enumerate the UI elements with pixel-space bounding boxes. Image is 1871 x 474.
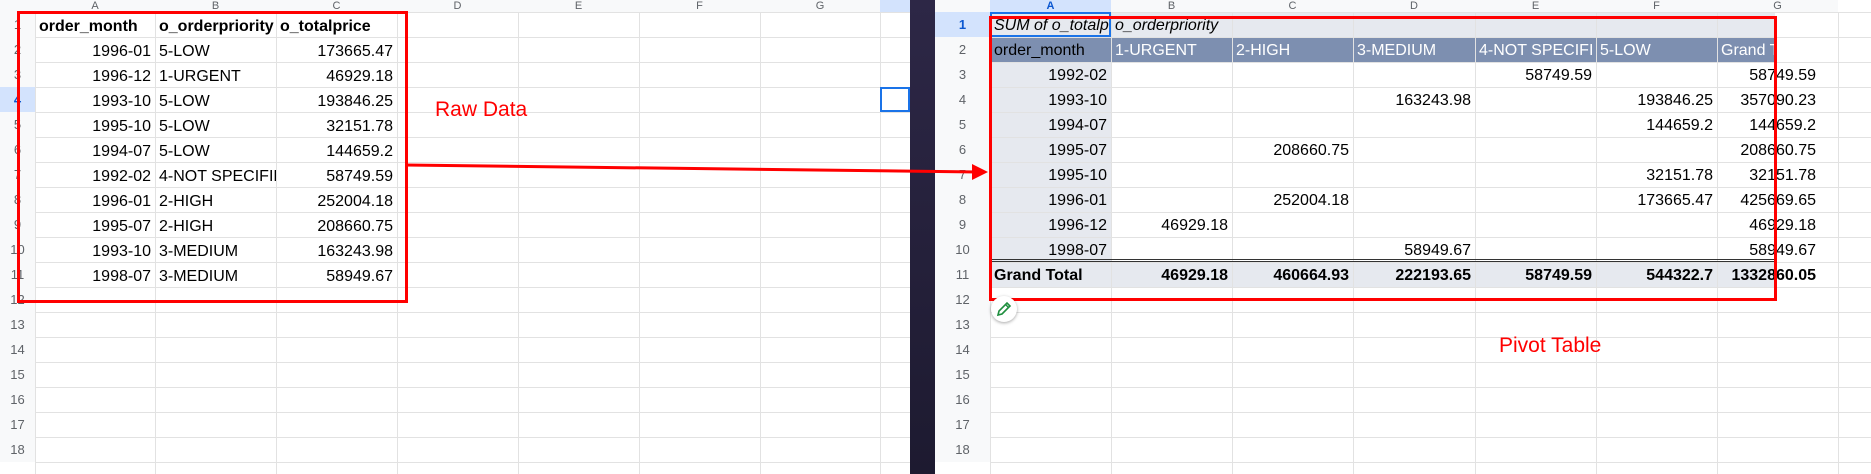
row-header-7[interactable]: 7 xyxy=(935,162,991,187)
row-header-9[interactable]: 9 xyxy=(935,212,991,237)
row-header-8[interactable]: 8 xyxy=(935,187,991,212)
grid-line xyxy=(990,462,1871,463)
row-header-6[interactable]: 6 xyxy=(935,137,991,162)
grid-line xyxy=(760,12,761,474)
row-header-1[interactable]: 1 xyxy=(935,12,991,37)
row-header-14[interactable]: 14 xyxy=(935,337,991,362)
row-header-10[interactable]: 10 xyxy=(935,237,991,262)
grid-line xyxy=(35,337,910,338)
row-header-5[interactable]: 5 xyxy=(935,112,991,137)
row-header-13[interactable]: 13 xyxy=(0,312,36,337)
grid-line xyxy=(35,437,910,438)
raw-data-sheet[interactable]: A B C D E F G 1 2 3 4 5 6 7 8 9 10 11 12 13 14 15 16 17 18 order_… xyxy=(0,0,910,474)
row-header-12[interactable]: 12 xyxy=(935,287,991,312)
row-header-2[interactable]: 2 xyxy=(935,37,991,62)
grid-line xyxy=(990,412,1871,413)
grid-line xyxy=(639,12,640,474)
grid-line xyxy=(990,362,1871,363)
grid-line xyxy=(35,387,910,388)
row-header-15[interactable]: 15 xyxy=(0,362,36,387)
grid-line xyxy=(35,362,910,363)
grid-line xyxy=(35,412,910,413)
row-header-16[interactable]: 16 xyxy=(935,387,991,412)
row-header-16[interactable]: 16 xyxy=(0,387,36,412)
raw-data-label: Raw Data xyxy=(435,98,528,121)
row-header-13[interactable]: 13 xyxy=(935,312,991,337)
row-header-18[interactable]: 18 xyxy=(935,437,991,462)
row-header-17[interactable]: 17 xyxy=(935,412,991,437)
row-header-4[interactable]: 4 xyxy=(935,87,991,112)
grid-line xyxy=(1838,12,1839,474)
row-header-18[interactable]: 18 xyxy=(0,437,36,462)
pivot-table-label: Pivot Table xyxy=(1499,334,1602,357)
window-divider xyxy=(910,0,935,474)
grid-line xyxy=(990,387,1871,388)
grid-line xyxy=(518,12,519,474)
row-header-17[interactable]: 17 xyxy=(0,412,36,437)
grid-line xyxy=(880,12,881,474)
grid-line xyxy=(35,312,910,313)
row-header-14[interactable]: 14 xyxy=(0,337,36,362)
row-header-11[interactable]: 11 xyxy=(935,262,991,287)
active-cell-selection[interactable] xyxy=(880,87,910,112)
grid-line xyxy=(990,312,1871,313)
row-header-15[interactable]: 15 xyxy=(935,362,991,387)
grid-line xyxy=(990,437,1871,438)
pivot-table-highlight-box xyxy=(989,16,1777,301)
grid-line xyxy=(990,337,1871,338)
pencil-icon[interactable] xyxy=(991,296,1017,322)
raw-data-highlight-box xyxy=(17,11,408,303)
row-header-3[interactable]: 3 xyxy=(935,62,991,87)
pivot-table-sheet[interactable]: A B C D E F G 1 2 3 4 5 6 7 8 9 10 11 12 13 14 15 16 17 18 SUM of… xyxy=(935,0,1871,474)
grid-line xyxy=(35,462,910,463)
